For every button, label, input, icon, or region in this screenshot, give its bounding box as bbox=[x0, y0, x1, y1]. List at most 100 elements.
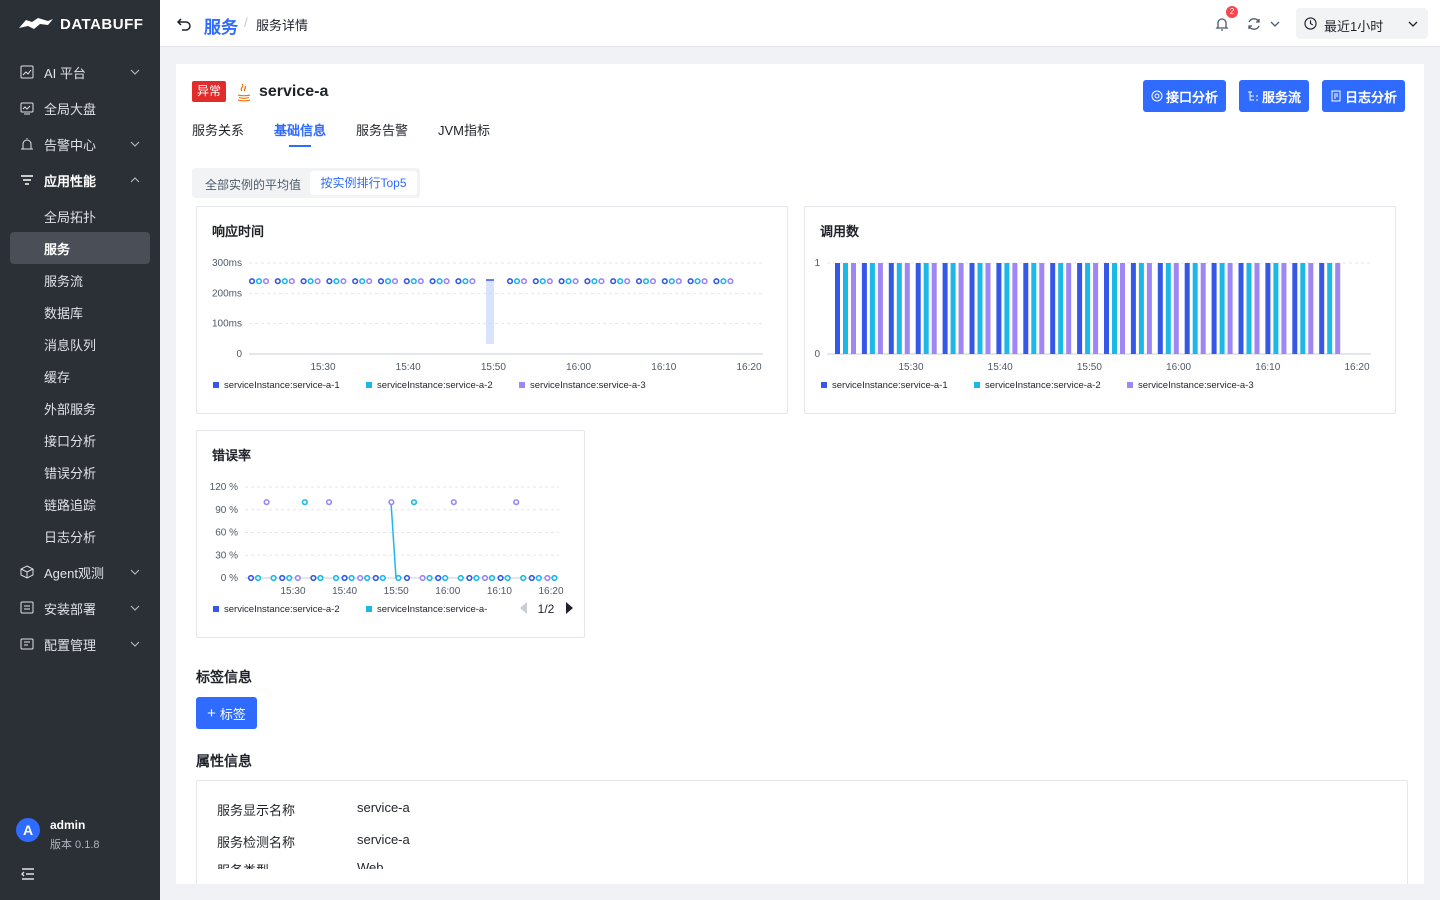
data-point bbox=[457, 574, 464, 582]
legend-swatch bbox=[213, 606, 219, 612]
data-point bbox=[377, 278, 385, 285]
time-range-value: 最近1小时 bbox=[1324, 19, 1384, 34]
bar bbox=[923, 263, 929, 354]
avatar[interactable]: A bbox=[16, 818, 40, 842]
bar bbox=[1093, 263, 1099, 354]
data-point bbox=[466, 574, 473, 582]
sidebar-item-2[interactable]: 告警中心 bbox=[10, 128, 150, 160]
y-tick-label: 0 bbox=[814, 349, 820, 360]
sidebar-item-9[interactable]: 缓存 bbox=[10, 360, 150, 392]
y-tick-label: 0 % bbox=[221, 573, 238, 584]
attributes-panel: 服务显示名称 service-a 服务检测名称 service-a 服务类型 W… bbox=[196, 780, 1408, 884]
tab-service-relations[interactable]: 服务关系 bbox=[192, 120, 244, 139]
error-rate-chart[interactable]: 120 % 90 % 60 % 30 % 0 % 15:30 15:40 15:50 16:00… bbox=[197, 431, 586, 639]
legend-next-icon[interactable] bbox=[566, 602, 573, 614]
data-point bbox=[248, 278, 256, 285]
sidebar-item-4[interactable]: 全局拓扑 bbox=[10, 200, 150, 232]
data-point bbox=[403, 574, 411, 582]
bar bbox=[1039, 263, 1045, 354]
sidebar-item-17[interactable]: 配置管理 bbox=[10, 628, 150, 660]
sidebar-item-16[interactable]: 安装部署 bbox=[10, 592, 150, 624]
segment-top5[interactable]: 按实例排行Top5 bbox=[310, 171, 417, 195]
sidebar: DATABUFF AI 平台全局大盘告警中心应用性能全局拓扑 服务 服务流 数据库 消息… bbox=[0, 0, 160, 900]
data-point bbox=[635, 278, 643, 285]
install-icon bbox=[20, 601, 34, 614]
sidebar-item-11[interactable]: 接口分析 bbox=[10, 424, 150, 456]
data-point bbox=[727, 278, 734, 285]
legend-label: serviceInstance:service-a-3 bbox=[530, 380, 646, 391]
chevron-down-icon[interactable] bbox=[1270, 19, 1280, 29]
tab-service-alerts[interactable]: 服务告警 bbox=[356, 120, 408, 139]
attributes-list: 服务显示名称 service-a 服务检测名称 service-a 服务类型 W… bbox=[197, 781, 1409, 869]
sidebar-item-5[interactable]: 服务 bbox=[10, 232, 150, 264]
data-point bbox=[675, 278, 682, 285]
top-header: 服务 / 服务详情 2 最近1小时 bbox=[160, 0, 1440, 47]
sidebar-item-3[interactable]: 应用性能 bbox=[10, 164, 150, 196]
data-point bbox=[332, 574, 340, 582]
cube-icon bbox=[20, 565, 34, 579]
data-point bbox=[436, 278, 443, 285]
sidebar-item-13[interactable]: 链路追踪 bbox=[10, 488, 150, 520]
sidebar-item-10[interactable]: 外部服务 bbox=[10, 392, 150, 424]
data-point bbox=[469, 278, 476, 285]
bar bbox=[1004, 263, 1010, 354]
chevron-down-icon bbox=[130, 605, 140, 611]
app-version: 版本 0.1.8 bbox=[50, 839, 100, 851]
x-tick-label: 16:10 bbox=[1255, 362, 1280, 373]
logo[interactable]: DATABUFF bbox=[18, 14, 143, 34]
sidebar-item-12[interactable]: 错误分析 bbox=[10, 456, 150, 488]
data-point bbox=[610, 278, 617, 285]
data-point bbox=[450, 499, 457, 506]
log-analysis-button[interactable]: 日志分析 bbox=[1322, 80, 1406, 112]
sidebar-item-1[interactable]: 全局大盘 bbox=[10, 92, 150, 124]
data-point bbox=[488, 574, 496, 582]
user-info[interactable]: A admin 版本 0.1.8 bbox=[16, 818, 100, 851]
bar bbox=[1050, 263, 1056, 354]
data-point bbox=[263, 499, 270, 506]
breadcrumb-services[interactable]: 服务 bbox=[204, 13, 238, 38]
data-point bbox=[255, 278, 263, 285]
call-count-chart[interactable]: 1 0 15:30 15:40 15:50 16:00 16:10 16:20 serviceI… bbox=[805, 207, 1397, 415]
bar bbox=[1254, 263, 1260, 354]
data-point bbox=[279, 574, 286, 582]
bar bbox=[1157, 263, 1163, 354]
segment-average[interactable]: 全部实例的平均值 bbox=[205, 176, 301, 193]
sidebar-item-0[interactable]: AI 平台 bbox=[10, 56, 150, 88]
service-flow-button[interactable]: 服务流 bbox=[1239, 80, 1310, 112]
sidebar-item-14[interactable]: 日志分析 bbox=[10, 520, 150, 552]
spike-line bbox=[390, 502, 397, 579]
sidebar-item-6[interactable]: 服务流 bbox=[10, 264, 150, 296]
sidebar-item-8[interactable]: 消息队列 bbox=[10, 328, 150, 360]
time-range-select[interactable]: 最近1小时 bbox=[1296, 8, 1428, 39]
x-tick-label: 16:10 bbox=[487, 586, 512, 597]
data-point bbox=[661, 278, 668, 285]
bell-icon[interactable] bbox=[1214, 16, 1230, 32]
active-tab-indicator bbox=[289, 145, 311, 147]
x-tick-label: 15:30 bbox=[898, 362, 923, 373]
sidebar-item-7[interactable]: 数据库 bbox=[10, 296, 150, 328]
legend-swatch bbox=[366, 606, 372, 612]
bar bbox=[1085, 263, 1091, 354]
service-flow-label: 服务流 bbox=[1262, 89, 1302, 105]
chevron-up-icon bbox=[130, 177, 140, 183]
data-point bbox=[435, 574, 442, 582]
tab-jvm-metrics[interactable]: JVM指标 bbox=[438, 120, 490, 139]
chart-card-response-time: 响应时间 300ms 200ms 100ms 0 15:30 15:40 15:50 16:0… bbox=[196, 206, 788, 414]
y-tick-label: 60 % bbox=[215, 528, 238, 539]
tab-basic-info[interactable]: 基础信息 bbox=[274, 120, 326, 139]
collapse-sidebar-icon[interactable] bbox=[20, 866, 36, 882]
bar bbox=[1227, 263, 1233, 354]
attr-value: service-a bbox=[357, 800, 410, 815]
add-tag-button[interactable]: + 标签 bbox=[196, 697, 257, 729]
sidebar-item-15[interactable]: Agent观测 bbox=[10, 556, 150, 588]
data-point bbox=[317, 574, 324, 582]
sidebar-item-label: 日志分析 bbox=[44, 529, 97, 545]
y-tick-label: 0 bbox=[236, 349, 242, 360]
back-icon[interactable] bbox=[176, 16, 192, 32]
api-analysis-button[interactable]: 接口分析 bbox=[1143, 80, 1227, 112]
x-tick-label: 16:00 bbox=[566, 362, 591, 373]
response-time-chart[interactable]: 300ms 200ms 100ms 0 15:30 15:40 15:50 16:00 16:1… bbox=[197, 207, 789, 415]
add-tag-label: 标签 bbox=[219, 706, 246, 722]
legend-prev-icon[interactable] bbox=[520, 602, 527, 614]
refresh-icon[interactable] bbox=[1246, 16, 1262, 32]
